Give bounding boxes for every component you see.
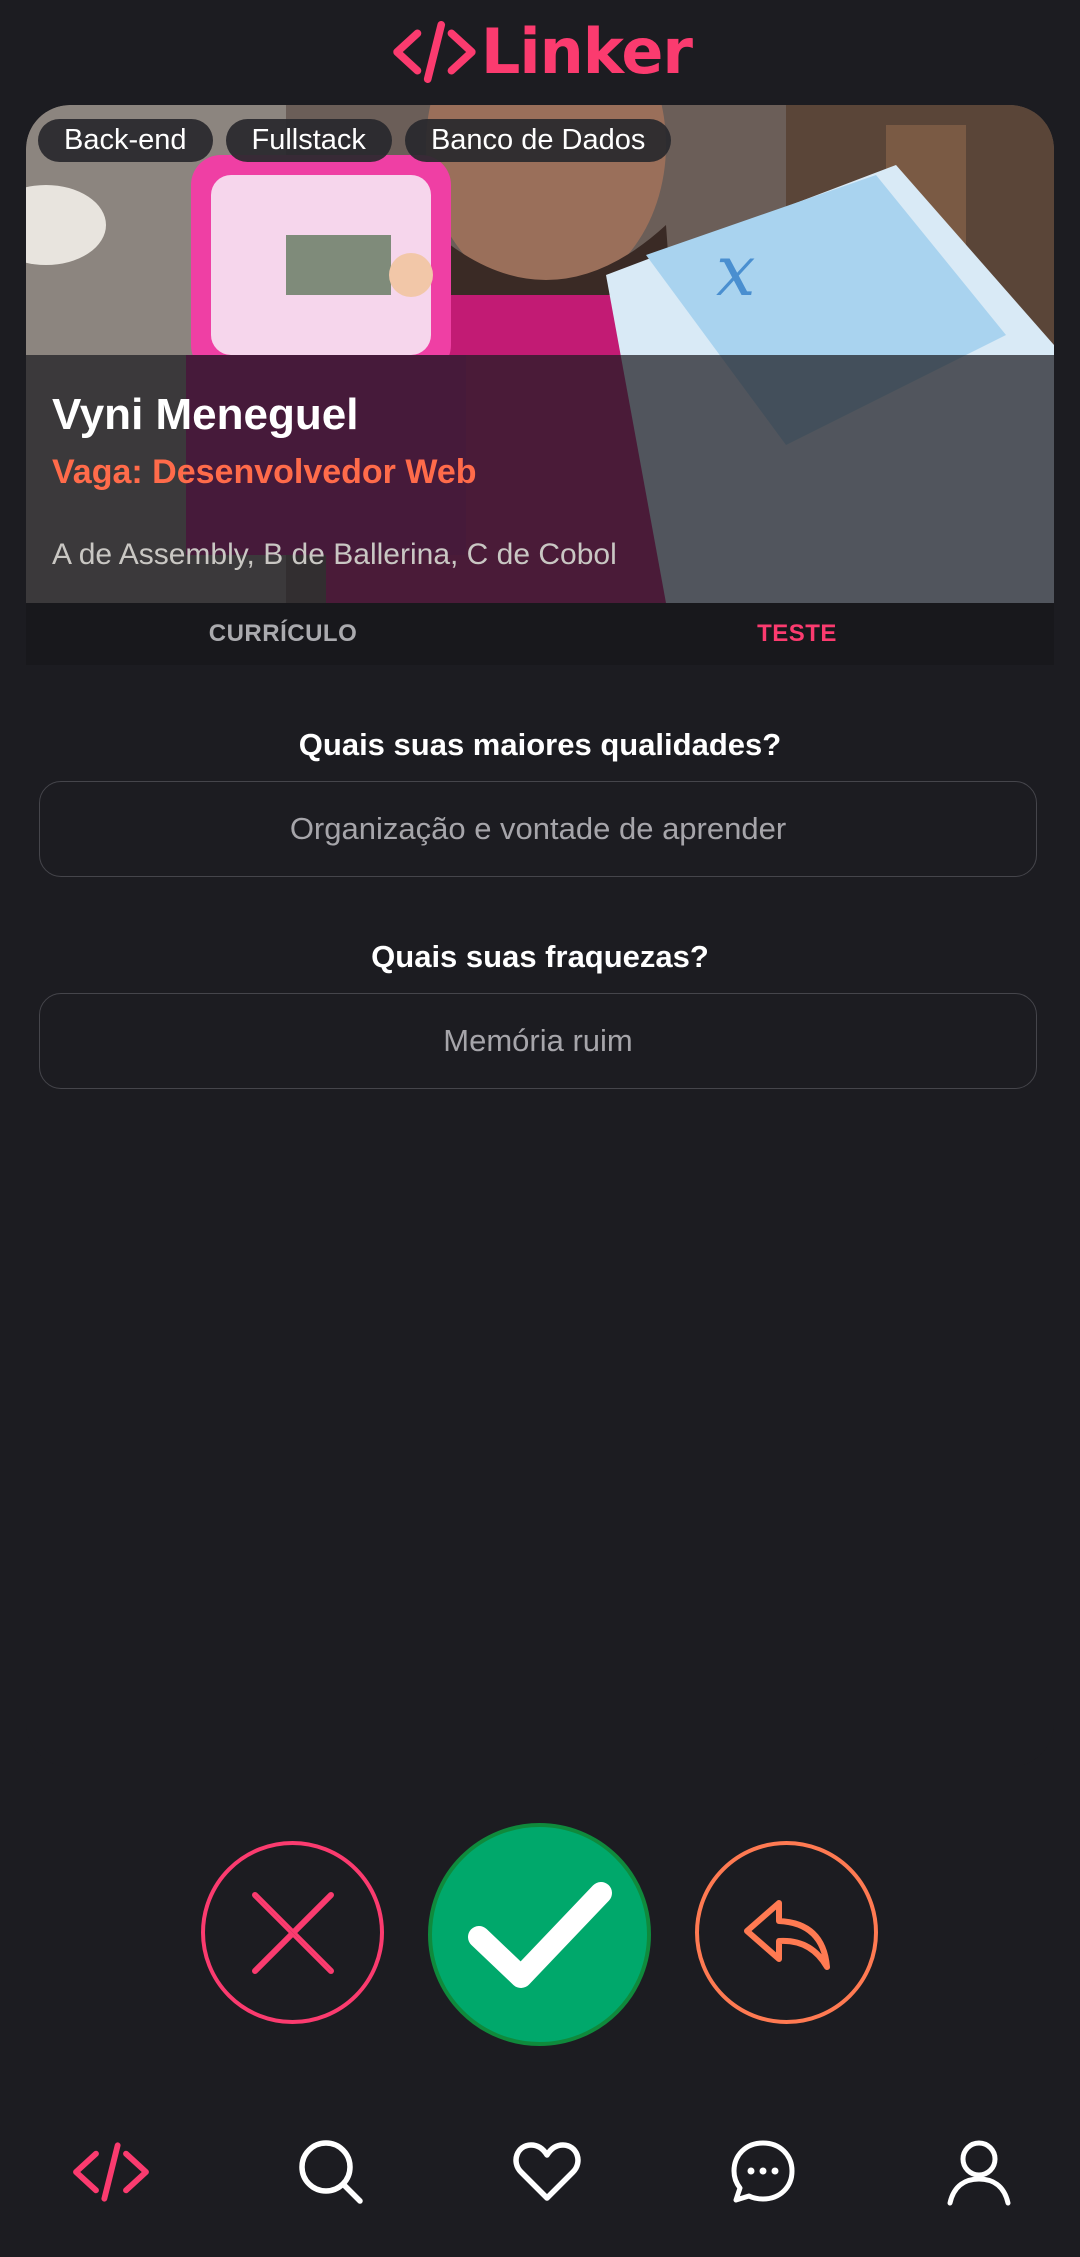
- nav-home[interactable]: [71, 2132, 151, 2212]
- accept-button[interactable]: [428, 1823, 651, 2046]
- nav-favorites[interactable]: [507, 2132, 587, 2212]
- tag-fullstack: Fullstack: [225, 119, 392, 162]
- code-icon: [73, 2142, 149, 2202]
- candidate-card[interactable]: x Back-end Fullstack Banco de Dados Vyni…: [26, 105, 1054, 1767]
- close-icon: [251, 1891, 334, 1974]
- job-title: Vaga: Desenvolvedor Web: [52, 453, 477, 491]
- user-icon: [947, 2140, 1011, 2206]
- undo-icon: [743, 1899, 830, 1970]
- answer-qualities: Organização e vontade de aprender: [39, 781, 1037, 877]
- tag-database: Banco de Dados: [404, 119, 672, 162]
- chat-icon: [731, 2140, 795, 2203]
- candidate-bio: A de Assembly, B de Ballerina, C de Cobo…: [52, 538, 617, 571]
- profile-tabs: CURRÍCULO TESTE: [26, 603, 1054, 665]
- candidate-photo: x: [26, 105, 1054, 603]
- tag-backend: Back-end: [38, 119, 213, 162]
- app-header: Linker: [0, 0, 1080, 105]
- search-icon: [299, 2140, 363, 2204]
- candidate-name: Vyni Meneguel: [52, 390, 359, 439]
- reject-button[interactable]: [201, 1841, 384, 2024]
- app-logo: Linker: [392, 6, 693, 98]
- skill-tags: Back-end Fullstack Banco de Dados: [38, 119, 672, 162]
- svg-text:x: x: [716, 230, 755, 312]
- nav-messages[interactable]: [723, 2132, 803, 2212]
- tab-curriculo[interactable]: CURRÍCULO: [26, 603, 540, 665]
- question-qualities: Quais suas maiores qualidades?: [298, 727, 782, 762]
- nav-profile[interactable]: [939, 2132, 1019, 2212]
- nav-search[interactable]: [291, 2132, 371, 2212]
- check-icon: [467, 1881, 612, 1988]
- undo-button[interactable]: [695, 1841, 878, 2024]
- app-name: Linker: [480, 15, 693, 88]
- heart-icon: [513, 2142, 581, 2201]
- code-logo-icon: [393, 21, 476, 83]
- question-weaknesses: Quais suas fraquezas?: [371, 939, 709, 974]
- answer-weaknesses: Memória ruim: [39, 993, 1037, 1089]
- tab-teste[interactable]: TESTE: [540, 603, 1054, 665]
